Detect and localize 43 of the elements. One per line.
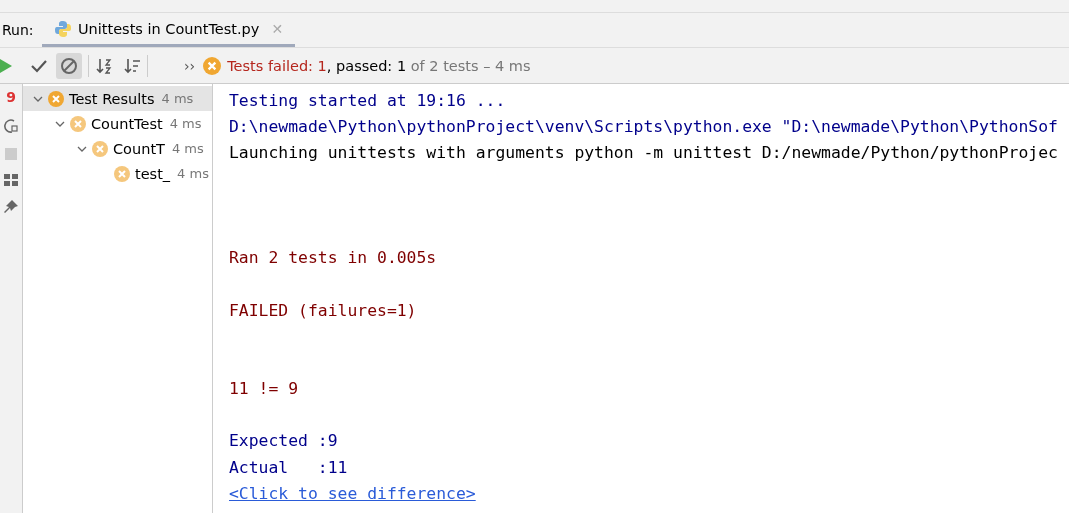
node-time: 4 ms <box>161 91 194 106</box>
prohibited-icon <box>60 56 78 75</box>
node-time: 4 ms <box>171 141 204 156</box>
more-icon[interactable]: ›› <box>184 57 196 74</box>
rerun-icon[interactable] <box>4 118 18 134</box>
difference-link[interactable]: <Click to see difference> <box>229 483 476 503</box>
failed-icon <box>48 90 64 107</box>
failed-icon <box>70 115 86 132</box>
run-tab[interactable]: Unittests in CountTest.py ✕ <box>42 13 296 47</box>
tree-node[interactable]: Test Results 4 ms <box>23 86 212 111</box>
console-line: Testing started at 19:16 ... <box>229 91 506 110</box>
console-line: Launching unittests with arguments python -m unittest D:/newmade/Python/pythonProjec <box>229 143 1058 163</box>
console-line: Expected :9 <box>229 431 338 451</box>
console-line: FAILED (failures=1) <box>229 300 417 320</box>
tree-node[interactable]: CountT 4 ms <box>23 136 212 161</box>
test-status-text: Tests failed: 1, passed: 1 of 2 tests – 4 ms <box>227 57 531 74</box>
console-line: Ran 2 tests in 0.005s <box>229 248 437 268</box>
run-label: Run: <box>2 22 35 38</box>
tree-node[interactable]: CountTest 4 ms <box>23 111 212 136</box>
layout-icon[interactable] <box>4 174 18 186</box>
sort-by-duration-icon[interactable] <box>123 56 141 75</box>
error-count-label: 9 <box>6 90 16 104</box>
chevron-icon[interactable] <box>77 145 87 152</box>
node-time: 4 ms <box>169 116 202 131</box>
failed-icon <box>203 56 222 75</box>
chevron-icon[interactable] <box>33 95 43 102</box>
sort-alphabetically-icon[interactable] <box>95 56 113 75</box>
console-line: Actual :11 <box>229 457 348 477</box>
tree-node[interactable]: test_ 4 ms <box>23 161 212 186</box>
node-label: CountT <box>113 140 165 157</box>
console-line: 11 != 9 <box>229 379 299 399</box>
node-label: Test Results <box>69 90 155 107</box>
show-ignored-button[interactable] <box>56 52 82 79</box>
node-label: test_ <box>135 165 171 182</box>
pin-icon[interactable] <box>4 200 18 214</box>
console-line: D:\newmade\Python\pythonProject\venv\Scripts\python.exe "D:\newmade\Python\PythonSof <box>229 117 1058 137</box>
failed-icon <box>92 140 108 157</box>
node-label: CountTest <box>91 115 163 132</box>
check-icon <box>31 58 47 73</box>
python-icon <box>54 19 72 38</box>
chevron-icon[interactable] <box>55 120 65 127</box>
failed-icon <box>114 165 130 182</box>
node-time: 4 ms <box>177 166 209 181</box>
